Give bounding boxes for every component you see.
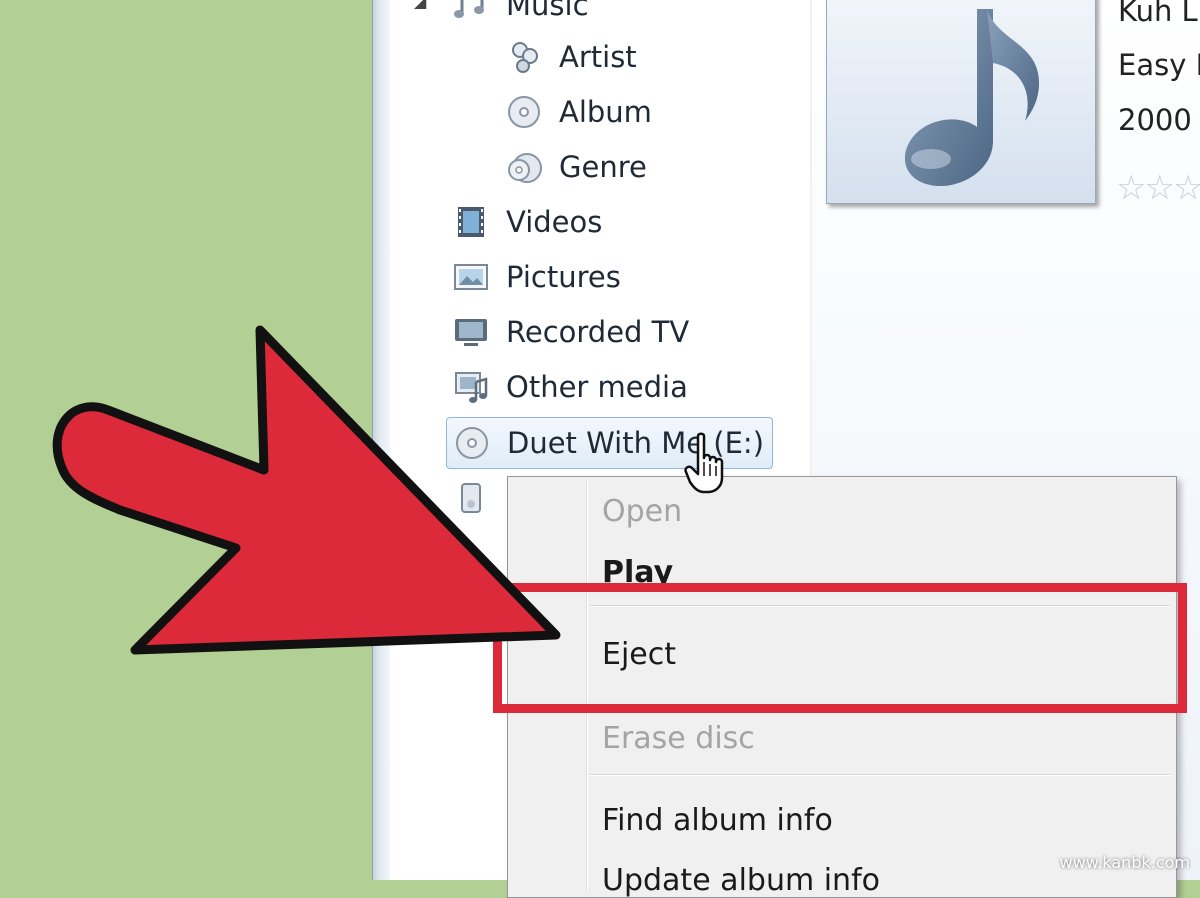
nav-label-genre: Genre bbox=[559, 150, 647, 184]
hand-cursor-icon bbox=[684, 432, 730, 500]
nav-item-device[interactable] bbox=[452, 476, 506, 522]
nav-item-pictures[interactable]: Pictures bbox=[452, 254, 621, 300]
nav-label-other-media: Other media bbox=[506, 370, 688, 404]
green-background bbox=[0, 0, 372, 880]
genre-icon bbox=[505, 148, 543, 186]
nav-item-other-media[interactable]: Other media bbox=[452, 364, 688, 410]
nav-item-artist[interactable]: Artist bbox=[505, 34, 637, 80]
portable-device-icon bbox=[452, 480, 490, 518]
video-film-icon bbox=[452, 203, 490, 241]
album-art[interactable] bbox=[826, 0, 1096, 204]
collapse-arrow-icon[interactable]: ◢ bbox=[414, 0, 426, 11]
nav-item-music[interactable]: Music bbox=[452, 0, 589, 28]
window-frame bbox=[372, 0, 391, 880]
picture-icon bbox=[452, 258, 490, 296]
nav-item-album[interactable]: Album bbox=[505, 89, 652, 135]
menu-item-update-album-info[interactable]: Update album info bbox=[602, 863, 880, 898]
menu-item-erase-disc[interactable]: Erase disc bbox=[602, 721, 755, 756]
nav-label-artist: Artist bbox=[559, 40, 637, 74]
nav-label-videos: Videos bbox=[506, 205, 603, 239]
nav-label-recorded-tv: Recorded TV bbox=[506, 315, 690, 349]
watermark: www.kanbk.com bbox=[1059, 853, 1190, 872]
artist-icon bbox=[505, 38, 543, 76]
nav-item-videos[interactable]: Videos bbox=[452, 199, 602, 245]
music-note-icon bbox=[904, 9, 1039, 187]
nav-item-recorded-tv[interactable]: Recorded TV bbox=[452, 309, 689, 355]
menu-item-find-album-info[interactable]: Find album info bbox=[602, 803, 833, 838]
menu-item-open[interactable]: Open bbox=[602, 494, 682, 529]
detail-artist: Kuh L bbox=[1118, 0, 1198, 28]
music-icon bbox=[452, 0, 490, 24]
nav-label-pictures: Pictures bbox=[506, 260, 621, 294]
detail-year: 2000 bbox=[1118, 103, 1192, 137]
menu-separator bbox=[590, 774, 1170, 776]
rating-stars[interactable]: ☆☆☆ bbox=[1116, 168, 1200, 208]
eject-highlight-box bbox=[493, 583, 1187, 713]
album-disc-icon bbox=[505, 93, 543, 131]
nav-item-genre[interactable]: Genre bbox=[505, 144, 647, 190]
nav-label-album: Album bbox=[559, 95, 652, 129]
tv-icon bbox=[452, 313, 490, 351]
cd-disc-icon bbox=[453, 424, 491, 462]
other-media-icon bbox=[452, 368, 490, 406]
detail-album: Easy L bbox=[1118, 48, 1200, 82]
nav-label-music: Music bbox=[506, 0, 589, 22]
